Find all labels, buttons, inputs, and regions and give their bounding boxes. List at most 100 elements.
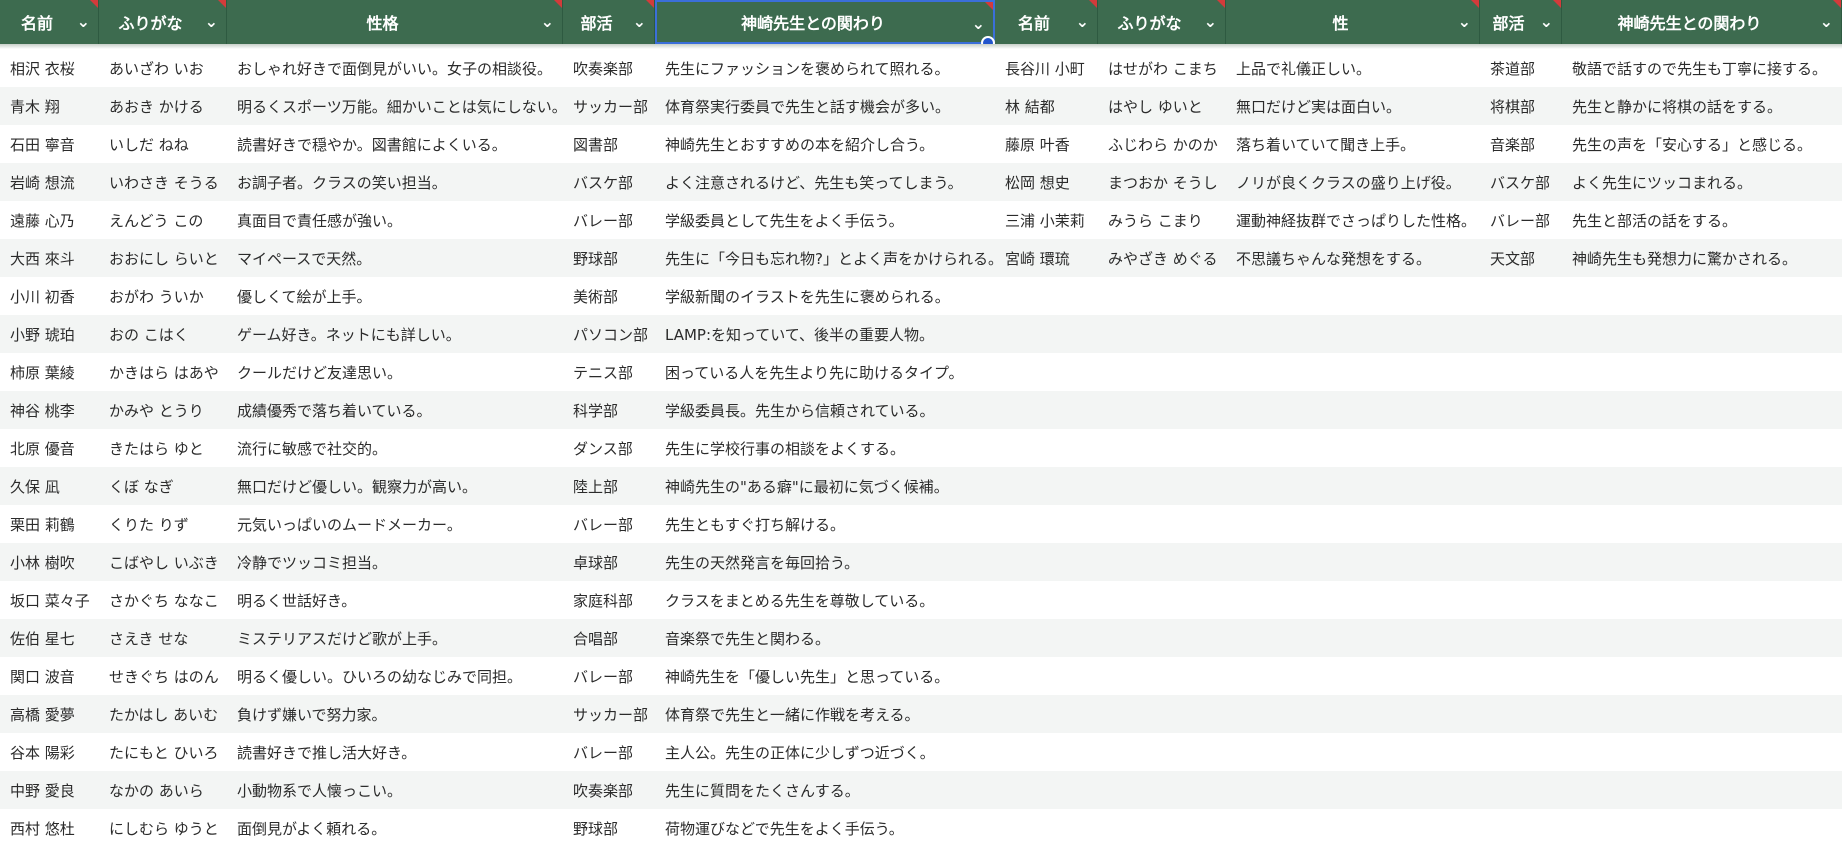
table-cell[interactable]: 合唱部 [563,628,655,649]
table-cell[interactable]: まつおか そうし [1098,172,1226,193]
table-cell[interactable]: はやし ゆいと [1098,96,1226,117]
table-cell[interactable]: おしゃれ好きで面倒見がいい。女子の相談役。 [227,58,563,79]
table-cell[interactable]: 先生に質問をたくさんする。 [655,780,995,801]
table-cell[interactable]: 落ち着いていて聞き上手。 [1226,134,1480,155]
table-cell[interactable]: ダンス部 [563,438,655,459]
table-cell[interactable]: 荷物運びなどで先生をよく手伝う。 [655,818,995,839]
table-cell[interactable]: 明るくスポーツ万能。細かいことは気にしない。 [227,96,563,117]
table-cell[interactable]: 栗田 莉鶴 [0,514,99,535]
table-cell[interactable]: さかぐち ななこ [99,590,227,611]
table-cell[interactable]: 科学部 [563,400,655,421]
table-cell[interactable]: LAMP:を知っていて、後半の重要人物。 [655,324,995,345]
table-cell[interactable]: 卓球部 [563,552,655,573]
table-cell[interactable]: 学級委員長。先生から信頼されている。 [655,400,995,421]
column-header[interactable]: ふりがな ⌄ [99,0,227,44]
table-cell[interactable]: 吹奏楽部 [563,58,655,79]
column-header[interactable]: 部活 ⌄ [563,0,655,44]
table-cell[interactable]: 先生の声を「安心する」と感じる。 [1562,134,1842,155]
table-cell[interactable]: 読書好きで推し活大好き。 [227,742,563,763]
chevron-down-icon[interactable]: ⌄ [1076,12,1089,32]
table-cell[interactable]: こばやし いぶき [99,552,227,573]
table-cell[interactable]: 読書好きで穏やか。図書館によくいる。 [227,134,563,155]
table-cell[interactable]: パソコン部 [563,324,655,345]
table-cell[interactable]: みうら こまり [1098,210,1226,231]
table-cell[interactable]: かみや とうり [99,400,227,421]
table-cell[interactable]: 将棋部 [1480,96,1562,117]
table-cell[interactable]: 松岡 想史 [995,172,1098,193]
table-cell[interactable]: 優しくて絵が上手。 [227,286,563,307]
table-cell[interactable]: みやざき めぐる [1098,248,1226,269]
table-cell[interactable]: 困っている人を先生より先に助けるタイプ。 [655,362,995,383]
table-cell[interactable]: 坂口 菜々子 [0,590,99,611]
table-cell[interactable]: 面倒見がよく頼れる。 [227,818,563,839]
column-header[interactable]: 性 ⌄ [1226,0,1480,44]
table-cell[interactable]: 吹奏楽部 [563,780,655,801]
table-cell[interactable]: 神崎先生の"ある癖"に最初に気づく候補。 [655,476,995,497]
table-cell[interactable]: せきぐち はのん [99,666,227,687]
table-cell[interactable]: 体育祭で先生と一緒に作戦を考える。 [655,704,995,725]
table-cell[interactable]: ゲーム好き。ネットにも詳しい。 [227,324,563,345]
table-cell[interactable]: 音楽部 [1480,134,1562,155]
table-cell[interactable]: あいざわ いお [99,58,227,79]
table-cell[interactable]: よく先生にツッコまれる。 [1562,172,1842,193]
table-cell[interactable]: 関口 波音 [0,666,99,687]
table-cell[interactable]: 小野 琥珀 [0,324,99,345]
table-cell[interactable]: 先生の天然発言を毎回拾う。 [655,552,995,573]
table-cell[interactable]: 天文部 [1480,248,1562,269]
table-cell[interactable]: バレー部 [563,210,655,231]
table-cell[interactable]: 神崎先生も発想力に驚かされる。 [1562,248,1842,269]
chevron-down-icon[interactable]: ⌄ [972,14,985,34]
table-cell[interactable]: 神崎先生を「優しい先生」と思っている。 [655,666,995,687]
table-cell[interactable]: おおにし らいと [99,248,227,269]
table-cell[interactable]: おがわ ういか [99,286,227,307]
table-cell[interactable]: 柿原 葉綾 [0,362,99,383]
column-header[interactable]: 神崎先生との関わり ⌄ [655,0,995,44]
table-cell[interactable]: きたはら ゆと [99,438,227,459]
table-cell[interactable]: 先生と部活の話をする。 [1562,210,1842,231]
table-cell[interactable]: 相沢 衣桜 [0,58,99,79]
table-cell[interactable]: 敬語で話すので先生も丁寧に接する。 [1562,58,1842,79]
column-header[interactable]: 部活 ⌄ [1480,0,1562,44]
column-header[interactable]: ふりがな ⌄ [1098,0,1226,44]
table-cell[interactable]: ノリが良くクラスの盛り上げ役。 [1226,172,1480,193]
table-cell[interactable]: 小動物系で人懐っこい。 [227,780,563,801]
table-cell[interactable]: 冷静でツッコミ担当。 [227,552,563,573]
table-cell[interactable]: 久保 凪 [0,476,99,497]
table-cell[interactable]: 先生にファッションを褒められて照れる。 [655,58,995,79]
table-cell[interactable]: 大西 來斗 [0,248,99,269]
chevron-down-icon[interactable]: ⌄ [1820,12,1833,32]
chevron-down-icon[interactable]: ⌄ [77,12,90,32]
table-cell[interactable]: クールだけど友達思い。 [227,362,563,383]
table-cell[interactable]: おの こはく [99,324,227,345]
table-cell[interactable]: 神谷 桃李 [0,400,99,421]
table-cell[interactable]: 美術部 [563,286,655,307]
table-cell[interactable]: よく注意されるけど、先生も笑ってしまう。 [655,172,995,193]
table-cell[interactable]: サッカー部 [563,96,655,117]
table-cell[interactable]: 佐伯 星七 [0,628,99,649]
table-cell[interactable]: くりた りず [99,514,227,535]
table-cell[interactable]: クラスをまとめる先生を尊敬している。 [655,590,995,611]
table-cell[interactable]: 明るく優しい。ひいろの幼なじみで同担。 [227,666,563,687]
table-cell[interactable]: 岩崎 想流 [0,172,99,193]
chevron-down-icon[interactable]: ⌄ [1458,12,1471,32]
table-cell[interactable]: マイペースで天然。 [227,248,563,269]
table-cell[interactable]: テニス部 [563,362,655,383]
table-cell[interactable]: 成績優秀で落ち着いている。 [227,400,563,421]
table-cell[interactable]: 負けず嫌いで努力家。 [227,704,563,725]
table-cell[interactable]: 真面目で責任感が強い。 [227,210,563,231]
table-cell[interactable]: バスケ部 [1480,172,1562,193]
column-header[interactable]: 神崎先生との関わり ⌄ [1562,0,1842,44]
table-cell[interactable]: 流行に敏感で社交的。 [227,438,563,459]
table-cell[interactable]: 陸上部 [563,476,655,497]
table-cell[interactable]: 明るく世話好き。 [227,590,563,611]
table-cell[interactable]: 北原 優音 [0,438,99,459]
table-cell[interactable]: 中野 愛良 [0,780,99,801]
table-cell[interactable]: 学級新聞のイラストを先生に褒められる。 [655,286,995,307]
table-cell[interactable]: 運動神経抜群でさっぱりした性格。 [1226,210,1480,231]
table-cell[interactable]: えんどう この [99,210,227,231]
table-cell[interactable]: あおき かける [99,96,227,117]
table-cell[interactable]: 上品で礼儀正しい。 [1226,58,1480,79]
table-cell[interactable]: いしだ ねね [99,134,227,155]
table-cell[interactable]: にしむら ゆうと [99,818,227,839]
table-cell[interactable]: 藤原 叶香 [995,134,1098,155]
